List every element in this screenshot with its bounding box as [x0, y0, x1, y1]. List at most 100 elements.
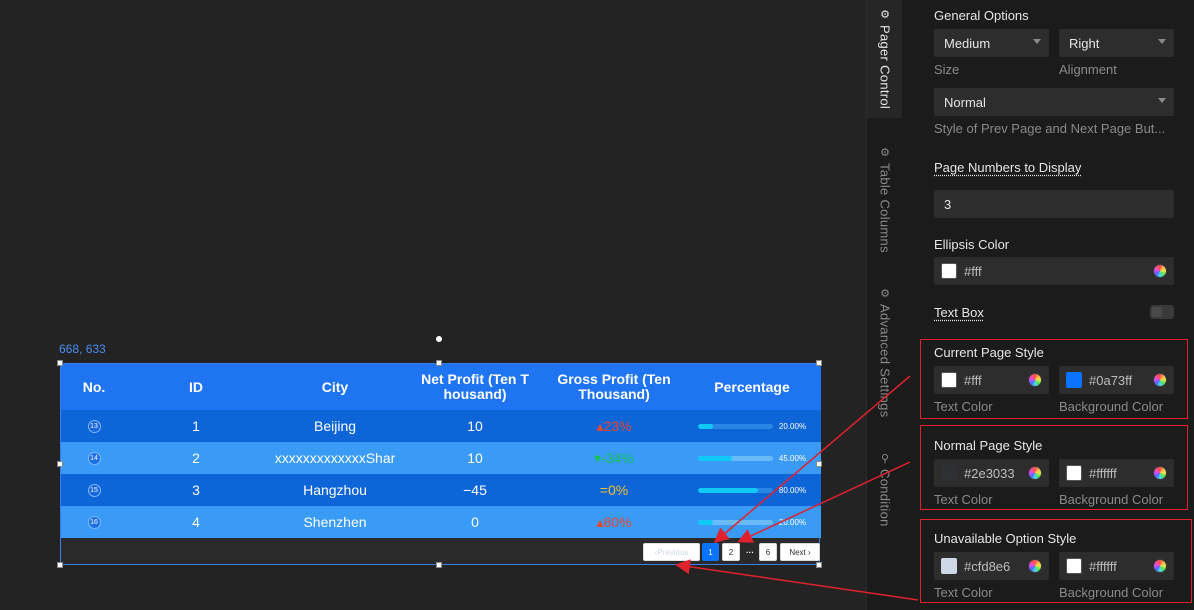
pager-page-current[interactable]: 1: [702, 543, 719, 561]
gross-profit-up: ▴80%: [596, 513, 632, 530]
chevron-down-icon: [1033, 39, 1041, 44]
tab-condition[interactable]: ⚲ Condition: [867, 448, 903, 527]
color-picker-icon[interactable]: [1028, 466, 1042, 480]
color-picker-icon[interactable]: [1153, 264, 1167, 278]
color-swatch: [1066, 372, 1082, 388]
cell-net-profit: 10: [467, 450, 483, 466]
current-bg-color-field[interactable]: #0a73ff: [1059, 366, 1174, 394]
position-readout: 668, 633: [59, 342, 106, 356]
page-numbers-input[interactable]: 3: [934, 190, 1174, 218]
unavailable-text-color-field[interactable]: #cfd8e6: [934, 552, 1049, 580]
tab-table-columns[interactable]: ⚙ Table Columns: [867, 142, 903, 253]
percentage-text: 45.00%: [778, 453, 807, 463]
color-picker-icon[interactable]: [1153, 466, 1167, 480]
cell-net-profit: −45: [463, 482, 487, 498]
rotate-handle[interactable]: [436, 336, 442, 342]
chevron-down-icon: [1158, 98, 1166, 103]
percentage-text: 20.00%: [778, 421, 807, 431]
alignment-select[interactable]: Right: [1059, 29, 1174, 57]
sliders-icon: ⚙: [880, 9, 890, 21]
ellipsis-color-field[interactable]: #fff: [934, 257, 1174, 285]
cell-id: 3: [192, 482, 200, 498]
table-header: No. ID City Net Profit (Ten T housand) G…: [61, 364, 821, 410]
color-picker-icon[interactable]: [1153, 373, 1167, 387]
cell-id: 1: [192, 418, 200, 434]
resize-handle[interactable]: [816, 461, 822, 467]
pager-next-button[interactable]: Next ›: [780, 543, 820, 561]
normal-text-color-field[interactable]: #2e3033: [934, 459, 1049, 487]
prev-next-style-label: Style of Prev Page and Next Page But...: [934, 121, 1166, 136]
percentage-bar: [697, 519, 773, 525]
sliders-icon: ⚙: [880, 147, 890, 159]
table-row: 16 4 Shenzhen 0 ▴80% 20.00%: [61, 506, 821, 538]
background-color-label: Background Color: [1059, 585, 1164, 600]
table-widget[interactable]: No. ID City Net Profit (Ten T housand) G…: [60, 363, 821, 565]
prev-next-style-select[interactable]: Normal: [934, 88, 1174, 116]
page-numbers-title: Page Numbers to Display: [934, 160, 1082, 175]
percentage-text: 20.00%: [778, 517, 807, 527]
resize-handle[interactable]: [57, 562, 63, 568]
resize-handle[interactable]: [57, 461, 63, 467]
text-color-label: Text Color: [934, 399, 993, 414]
cell-city: Beijing: [313, 418, 357, 434]
resize-handle[interactable]: [436, 562, 442, 568]
cell-id: 4: [192, 514, 200, 530]
row-number-badge: 16: [87, 515, 101, 529]
design-canvas[interactable]: 668, 633 No. ID City Net Profit (Ten T h…: [0, 0, 866, 610]
sliders-icon: ⚙: [880, 288, 890, 300]
pager-page-last[interactable]: 6: [759, 543, 777, 561]
normal-page-style-title: Normal Page Style: [934, 438, 1043, 453]
color-picker-icon[interactable]: [1153, 559, 1167, 573]
text-box-toggle[interactable]: [1150, 305, 1174, 319]
size-select[interactable]: Medium: [934, 29, 1049, 57]
text-color-label: Text Color: [934, 585, 993, 600]
pager-control-panel: General Options Medium Right Size Alignm…: [902, 0, 1194, 610]
settings-tab-strip: ⚙ Pager Control ⚙ Table Columns ⚙ Advanc…: [866, 0, 903, 610]
resize-handle[interactable]: [436, 360, 442, 366]
resize-handle[interactable]: [816, 562, 822, 568]
current-text-color-field[interactable]: #fff: [934, 366, 1049, 394]
cell-net-profit: 10: [467, 418, 483, 434]
percentage-bar: [697, 455, 773, 461]
header-gross-profit: Gross Profit (Ten Thousand): [557, 371, 671, 402]
row-number-badge: 15: [87, 483, 101, 497]
unavailable-bg-color-field[interactable]: #ffffff: [1059, 552, 1174, 580]
header-no: No.: [82, 378, 106, 395]
pager-page-2[interactable]: 2: [722, 543, 740, 561]
header-percentage: Percentage: [714, 378, 790, 395]
color-picker-icon[interactable]: [1028, 373, 1042, 387]
percentage-bar: [697, 423, 773, 429]
table-row: 14 2 xxxxxxxxxxxxxShar 10 ▾-34% 45.00%: [61, 442, 821, 474]
color-swatch: [941, 263, 957, 279]
header-city: City: [321, 378, 349, 395]
resize-handle[interactable]: [57, 360, 63, 366]
tab-advanced-settings[interactable]: ⚙ Advanced Settings: [867, 283, 903, 418]
header-id: ID: [189, 378, 203, 395]
color-swatch: [941, 558, 957, 574]
gross-profit-up: ▴23%: [596, 417, 632, 434]
color-picker-icon[interactable]: [1028, 559, 1042, 573]
current-page-style-title: Current Page Style: [934, 345, 1044, 360]
cell-city: Hangzhou: [303, 482, 367, 498]
text-box-title: Text Box: [934, 305, 984, 320]
pager-previous-button[interactable]: ‹ Previous: [643, 543, 700, 561]
table-row: 13 1 Beijing 10 ▴23% 20.00%: [61, 410, 821, 442]
resize-handle[interactable]: [816, 360, 822, 366]
chevron-down-icon: [1158, 39, 1166, 44]
size-label: Size: [934, 62, 960, 77]
cell-city: Shenzhen: [303, 514, 367, 530]
header-net-profit: Net Profit (Ten T housand): [421, 371, 529, 402]
color-swatch: [1066, 465, 1082, 481]
pager-ellipsis: ···: [746, 547, 754, 557]
alignment-label: Alignment: [1059, 62, 1117, 77]
percentage-text: 80.00%: [778, 485, 807, 495]
normal-bg-color-field[interactable]: #ffffff: [1059, 459, 1174, 487]
color-swatch: [1066, 558, 1082, 574]
row-number-badge: 13: [87, 419, 101, 433]
tab-pager-control[interactable]: ⚙ Pager Control: [867, 0, 903, 118]
color-swatch: [941, 372, 957, 388]
general-options-title: General Options: [934, 8, 1029, 23]
unavailable-option-style-title: Unavailable Option Style: [934, 531, 1077, 546]
cell-city: xxxxxxxxxxxxxShar: [274, 450, 396, 466]
table-row: 15 3 Hangzhou −45 =0% 80.00%: [61, 474, 821, 506]
